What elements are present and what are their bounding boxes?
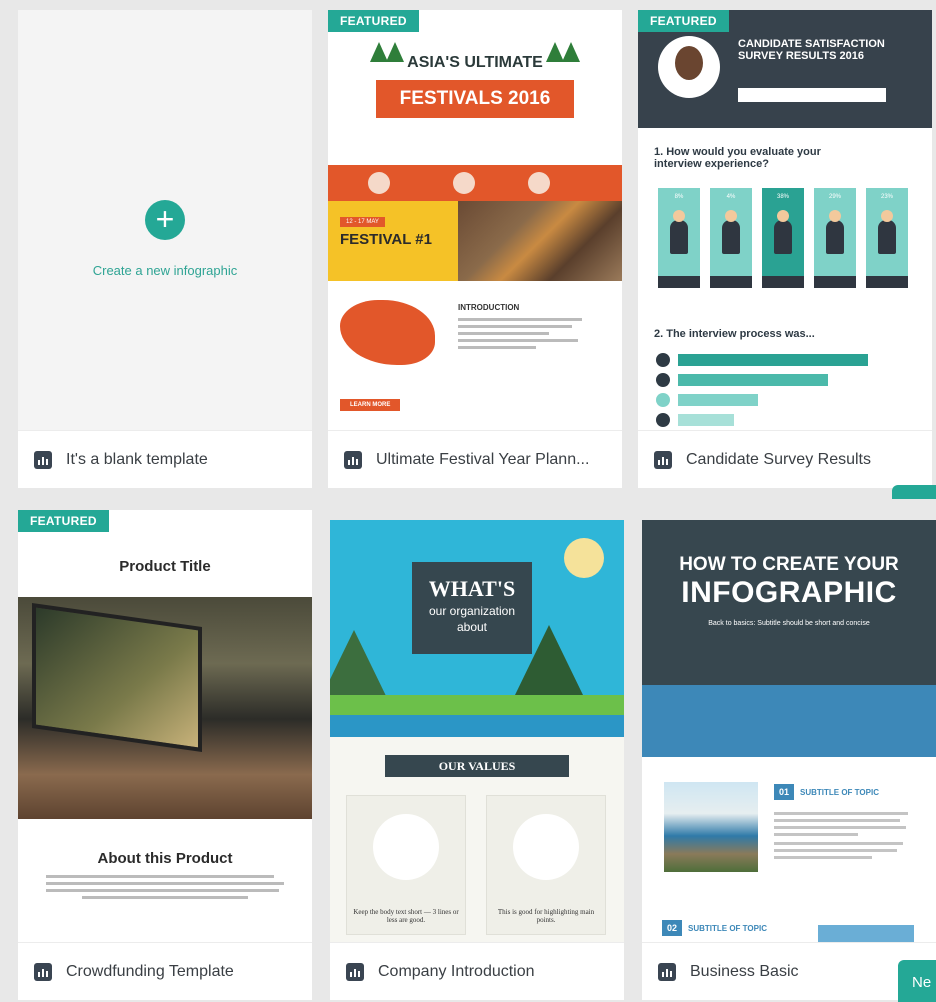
template-preview: CANDIDATE SATISFACTION SURVEY RESULTS 20… [638,10,932,435]
preview-blue-band [642,685,936,757]
globe-icon [513,814,579,880]
template-card-blank[interactable]: + Create a new infographic It's a blank … [18,10,312,488]
card-title: Business Basic [690,962,799,980]
preview-subtitle: About this Product [97,850,233,867]
chart-icon [658,962,676,981]
family-icon [373,814,439,880]
card-footer: Business Basic [642,942,936,1000]
beach-photo [664,782,758,872]
survey-bar [678,354,868,366]
asia-map [340,300,435,365]
preview-subtitle: SUBTITLE OF TOPIC [800,788,879,797]
card-footer: Crowdfunding Template [18,942,312,1000]
template-preview: Product Title About this Product [18,510,312,945]
chart-icon [654,450,672,469]
grass-strip [330,695,624,715]
location-icon [656,373,670,387]
person-icon [826,210,844,254]
card-footer: Company Introduction [330,942,624,1000]
survey-column: 29% [814,188,856,288]
person-icon [722,210,740,254]
preview-panel: This is good for highlighting main point… [486,795,606,935]
survey-bar [678,394,758,406]
stars-icon [866,276,908,288]
survey-column: 38% [762,188,804,288]
person-icon [670,210,688,254]
preview-question-1: 1. How would you evaluate your interview… [654,146,821,170]
card-title: Candidate Survey Results [686,450,871,468]
chart-icon [34,962,52,981]
featured-badge: FEATURED [638,10,729,32]
survey-bar [678,374,828,386]
preview-title: Product Title [119,558,211,575]
preview-text-lines [458,318,588,353]
monitor-image [32,603,202,752]
preview-number: 01 [774,784,794,800]
template-preview: HOW TO CREATE YOUR INFOGRAPHIC Back to b… [642,520,936,945]
survey-column: 4% [710,188,752,288]
template-card-business[interactable]: HOW TO CREATE YOUR INFOGRAPHIC Back to b… [642,520,936,1000]
card-title: It's a blank template [66,450,208,468]
preview-title: CANDIDATE SATISFACTION SURVEY RESULTS 20… [738,38,885,62]
preview-title-box: WHAT'S our organization about [412,562,532,654]
preview-info-bar [738,88,886,102]
chart-icon [346,962,364,981]
card-title: Company Introduction [378,962,535,980]
stars-icon [814,276,856,288]
preview-header: HOW TO CREATE YOUR INFOGRAPHIC Back to b… [642,520,936,685]
clock-icon [656,413,670,427]
card-title: Ultimate Festival Year Plann... [376,450,590,468]
create-new-infographic-link[interactable]: Create a new infographic [18,260,312,281]
next-button[interactable]: Ne [898,960,936,1002]
globe-icon [656,353,670,367]
card-footer: It's a blank template [18,430,312,488]
person-icon [774,210,792,254]
stars-icon [658,276,700,288]
template-card-festival[interactable]: FEATURED ASIA'S ULTIMATE FESTIVALS 2016 … [328,10,622,488]
food-photo [458,201,622,281]
preview-festival-label: FESTIVAL #1 [340,231,432,248]
preview-date-tag: 12 - 17 MAY [340,217,385,227]
preview-text-lines [774,812,914,863]
smile-icon [656,393,670,407]
preview-learn-more: LEARN MORE [340,399,401,411]
chart-icon [34,450,52,469]
circle-icon [368,172,390,194]
chart-icon [344,450,362,469]
survey-column: 23% [866,188,908,288]
preview-values-banner: OUR VALUES [385,755,569,777]
card-title: Crowdfunding Template [66,962,234,980]
plus-icon[interactable]: + [145,200,185,240]
stars-icon [710,276,752,288]
preview-subtitle: SUBTITLE OF TOPIC [688,924,767,933]
template-preview: WHAT'S our organization about OUR VALUES… [330,520,624,945]
mountain-icon [330,630,388,700]
circle-icon [453,172,475,194]
preview-intro: INTRODUCTION [458,303,520,312]
avatar [658,36,720,98]
template-card-survey[interactable]: FEATURED CANDIDATE SATISFACTION SURVEY R… [638,10,932,488]
featured-badge: FEATURED [18,510,109,532]
preview-number: 02 [662,920,682,936]
scroll-tab[interactable] [892,485,936,499]
preview-panel: Keep the body text short — 3 lines or le… [346,795,466,935]
card-footer: Candidate Survey Results [638,430,932,488]
template-card-company[interactable]: WHAT'S our organization about OUR VALUES… [330,520,624,1000]
stars-icon [762,276,804,288]
featured-badge: FEATURED [328,10,419,32]
survey-bar [678,414,734,426]
survey-column: 8% [658,188,700,288]
preview-festival-block: 12 - 17 MAY FESTIVAL #1 [328,201,458,281]
sun-icon [564,538,604,578]
person-icon [878,210,896,254]
preview-title: ASIA'S ULTIMATE [407,54,543,71]
preview-banner: FESTIVALS 2016 [376,80,574,118]
preview-text-lines [46,875,284,903]
preview-question-2: 2. The interview process was... [654,328,815,340]
template-preview: ASIA'S ULTIMATE FESTIVALS 2016 12 - 17 M… [328,10,622,435]
circle-icon [528,172,550,194]
water-strip [330,715,624,737]
template-card-crowdfunding[interactable]: FEATURED Product Title About this Produc… [18,510,312,1000]
card-footer: Ultimate Festival Year Plann... [328,430,622,488]
